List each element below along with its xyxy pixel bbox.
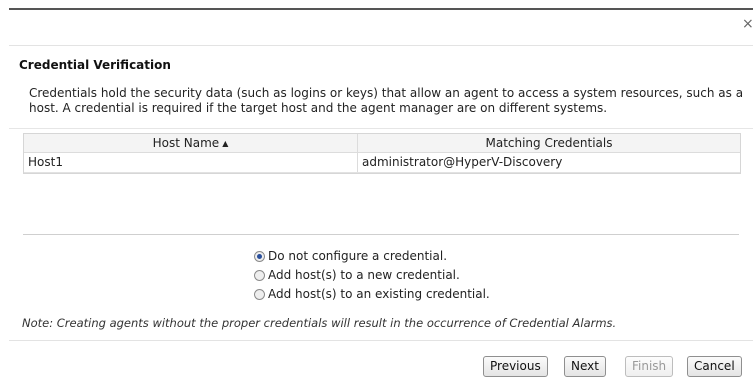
close-icon[interactable]: × xyxy=(742,17,753,31)
option-label: Add host(s) to a new credential. xyxy=(268,268,460,282)
table-row[interactable]: Host1 administrator@HyperV-Discovery xyxy=(24,153,740,173)
credential-note: Note: Creating agents without the proper… xyxy=(22,316,617,330)
panel-description: Credentials hold the security data (such… xyxy=(29,86,744,115)
credential-verification-panel: Credential Verification Credentials hold… xyxy=(9,45,753,330)
option-add-existing-credential[interactable]: Add host(s) to an existing credential. xyxy=(254,287,490,301)
previous-button[interactable]: Previous xyxy=(483,356,548,377)
option-label: Add host(s) to an existing credential. xyxy=(268,287,490,301)
radio-do-not-configure[interactable] xyxy=(254,250,265,262)
table-divider xyxy=(9,128,753,129)
panel-title: Credential Verification xyxy=(19,58,171,72)
column-header-matching-credentials[interactable]: Matching Credentials xyxy=(358,134,740,152)
next-button[interactable]: Next xyxy=(564,356,606,377)
option-do-not-configure[interactable]: Do not configure a credential. xyxy=(254,249,447,263)
radio-add-new-credential[interactable] xyxy=(254,269,265,281)
option-label: Do not configure a credential. xyxy=(268,249,448,263)
option-add-new-credential[interactable]: Add host(s) to a new credential. xyxy=(254,268,460,282)
host-name-cell: Host1 xyxy=(24,153,358,172)
column-header-host-name[interactable]: Host Name ▲ xyxy=(24,134,358,152)
footer-divider xyxy=(9,340,753,341)
finish-button[interactable]: Finish xyxy=(625,356,674,377)
host-credential-table: Host Name ▲ Matching Credentials Host1 ad… xyxy=(23,133,741,174)
sort-ascending-icon: ▲ xyxy=(222,139,229,148)
options-divider xyxy=(23,234,739,235)
top-divider xyxy=(9,8,753,10)
cancel-button[interactable]: Cancel xyxy=(687,356,742,377)
matching-credential-cell: administrator@HyperV-Discovery xyxy=(362,155,563,169)
radio-add-existing-credential[interactable] xyxy=(254,288,265,300)
table-header: Host Name ▲ Matching Credentials xyxy=(24,134,740,153)
